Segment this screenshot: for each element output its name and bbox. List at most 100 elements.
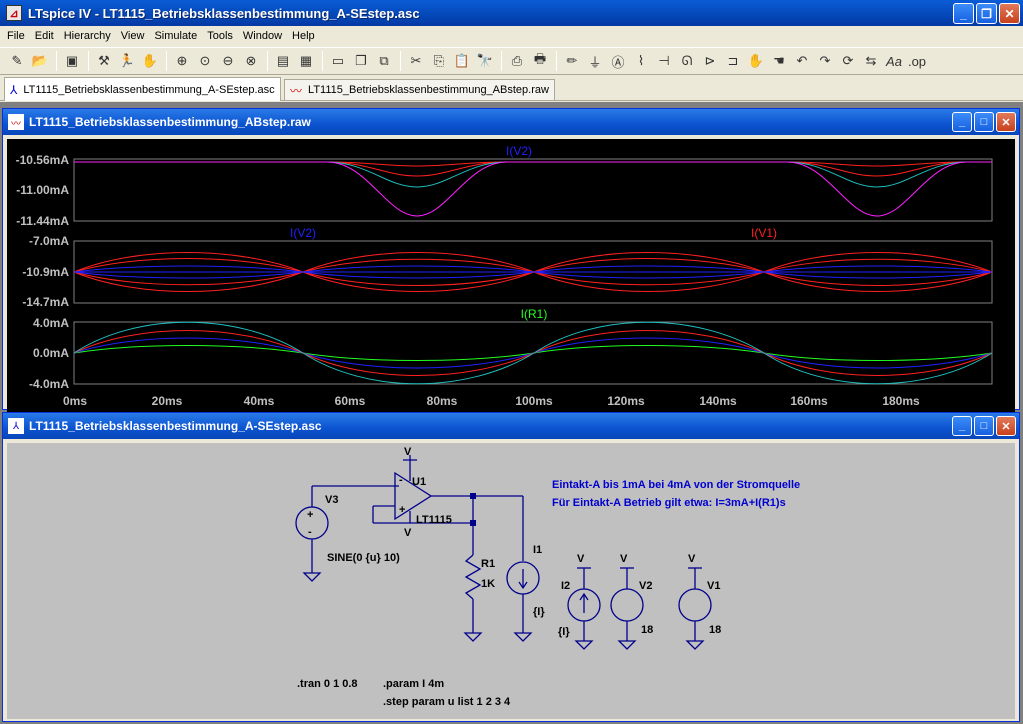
- x-tick-label: 160ms: [790, 394, 828, 408]
- component-icon[interactable]: ⊐: [722, 50, 744, 72]
- r1-value[interactable]: 1K: [481, 578, 495, 590]
- move-icon[interactable]: ✋: [745, 50, 767, 72]
- ground-icon[interactable]: ⏚: [584, 50, 606, 72]
- waveform-svg[interactable]: I(V2) I(V2) I(V1) I(R1) -10.56mA -11.00m…: [7, 139, 1015, 413]
- menu-file[interactable]: File: [2, 30, 30, 42]
- halt-icon[interactable]: ✋: [139, 50, 161, 72]
- resistor-icon[interactable]: ⌇: [630, 50, 652, 72]
- drag-icon[interactable]: ☚: [768, 50, 790, 72]
- i1-value[interactable]: {I}: [533, 606, 545, 618]
- save-icon[interactable]: ▣: [61, 50, 83, 72]
- trace-label[interactable]: I(V1): [751, 226, 777, 240]
- zoom-in-icon[interactable]: ⊕: [171, 50, 193, 72]
- i1-label[interactable]: I1: [533, 544, 542, 556]
- spice-directive-icon[interactable]: .op: [906, 50, 928, 72]
- menu-hierarchy[interactable]: Hierarchy: [59, 30, 116, 42]
- vplus-label: V: [404, 446, 412, 458]
- tile-horizontal-icon[interactable]: ▭: [327, 50, 349, 72]
- x-tick-label: 100ms: [515, 394, 553, 408]
- cut-icon[interactable]: ✂: [405, 50, 427, 72]
- ltspice-app: ⊿ LTspice IV - LT1115_Betriebsklassenbes…: [0, 0, 1023, 724]
- i2-value[interactable]: {I}: [558, 626, 570, 638]
- r1-symbol[interactable]: [464, 554, 482, 600]
- close-window-icon[interactable]: ⧉: [373, 50, 395, 72]
- diode-icon[interactable]: ⊳: [699, 50, 721, 72]
- v1-value[interactable]: 18: [709, 624, 721, 636]
- print-icon[interactable]: 🖶: [529, 50, 551, 72]
- text-icon[interactable]: Aa: [883, 50, 905, 72]
- close-button[interactable]: ✕: [996, 416, 1016, 436]
- v2-symbol[interactable]: [610, 588, 644, 622]
- r1-label[interactable]: R1: [481, 558, 495, 570]
- vplus-label: V: [620, 553, 628, 565]
- spice-directive-param[interactable]: .param I 4m: [383, 678, 444, 690]
- close-button[interactable]: ✕: [999, 3, 1020, 24]
- waveform-window-titlebar[interactable]: 〰 LT1115_Betriebsklassenbestimmung_ABste…: [3, 109, 1019, 135]
- menu-view[interactable]: View: [116, 30, 150, 42]
- paste-icon[interactable]: 📋: [451, 50, 473, 72]
- u1-part[interactable]: LT1115: [416, 514, 452, 526]
- zoom-out-icon[interactable]: ⊖: [217, 50, 239, 72]
- grid-icon[interactable]: ▦: [295, 50, 317, 72]
- ground-symbol: [302, 572, 322, 582]
- autorange-icon[interactable]: ▤: [272, 50, 294, 72]
- spice-directive-step[interactable]: .step param u list 1 2 3 4: [383, 696, 511, 708]
- v2-label[interactable]: V2: [639, 580, 652, 592]
- menu-bar: File Edit Hierarchy View Simulate Tools …: [0, 26, 1023, 46]
- inductor-icon[interactable]: ᘏ: [676, 50, 698, 72]
- menu-help[interactable]: Help: [287, 30, 320, 42]
- comment-line[interactable]: Eintakt-A bis 1mA bei 4mA von der Stromq…: [552, 479, 800, 491]
- menu-window[interactable]: Window: [238, 30, 287, 42]
- cascade-icon[interactable]: ❐: [350, 50, 372, 72]
- u1-label[interactable]: U1: [412, 476, 426, 488]
- open-icon[interactable]: 📂: [29, 50, 51, 72]
- undo-icon[interactable]: ↶: [791, 50, 813, 72]
- menu-edit[interactable]: Edit: [30, 30, 59, 42]
- run-icon[interactable]: 🏃: [116, 50, 138, 72]
- trace-label[interactable]: I(R1): [521, 307, 548, 321]
- menu-simulate[interactable]: Simulate: [149, 30, 202, 42]
- schematic-canvas[interactable]: + - V3 SINE(0 {u} 10) V - + U1 LT1115 V …: [7, 443, 1015, 719]
- redo-icon[interactable]: ↷: [814, 50, 836, 72]
- tab-schematic[interactable]: ⅄ LT1115_Betriebsklassenbestimmung_A-SEs…: [4, 77, 281, 101]
- maximize-button[interactable]: □: [974, 112, 994, 132]
- minimize-icon: _: [960, 6, 967, 21]
- minimize-button[interactable]: _: [952, 416, 972, 436]
- rotate-icon[interactable]: ⟳: [837, 50, 859, 72]
- capacitor-icon[interactable]: ⊣: [653, 50, 675, 72]
- mirror-icon[interactable]: ⇆: [860, 50, 882, 72]
- comment-line[interactable]: Für Eintakt-A Betrieb gilt etwa: I=3mA+I…: [552, 497, 786, 509]
- ltspice-logo-icon: ⊿: [6, 5, 22, 21]
- zoom-cancel-icon[interactable]: ⊗: [240, 50, 262, 72]
- minimize-button[interactable]: _: [952, 112, 972, 132]
- wire-icon[interactable]: ✏: [561, 50, 583, 72]
- new-schematic-icon[interactable]: ✎: [6, 50, 28, 72]
- close-button[interactable]: ✕: [996, 112, 1016, 132]
- restore-button[interactable]: ❐: [976, 3, 997, 24]
- zoom-pan-icon[interactable]: ⊙: [194, 50, 216, 72]
- maximize-icon: □: [980, 420, 988, 432]
- i2-label[interactable]: I2: [561, 580, 570, 592]
- trace-label[interactable]: I(V2): [506, 144, 532, 158]
- maximize-button[interactable]: □: [974, 416, 994, 436]
- v1-symbol[interactable]: [678, 588, 712, 622]
- y-tick-label: 4.0mA: [33, 316, 69, 330]
- v3-value[interactable]: SINE(0 {u} 10): [327, 552, 400, 564]
- v3-label[interactable]: V3: [325, 494, 338, 506]
- trace-label[interactable]: I(V2): [290, 226, 316, 240]
- menu-tools[interactable]: Tools: [202, 30, 238, 42]
- find-icon[interactable]: 🔭: [474, 50, 496, 72]
- spice-directive-tran[interactable]: .tran 0 1 0.8: [297, 678, 358, 690]
- schematic-svg[interactable]: + - V3 SINE(0 {u} 10) V - + U1 LT1115 V …: [7, 443, 1015, 719]
- waveform-plot[interactable]: I(V2) I(V2) I(V1) I(R1) -10.56mA -11.00m…: [7, 139, 1015, 413]
- v1-label[interactable]: V1: [707, 580, 720, 592]
- schematic-window-titlebar[interactable]: ⅄ LT1115_Betriebsklassenbestimmung_A-SEs…: [3, 413, 1019, 439]
- label-icon[interactable]: Ⓐ: [607, 50, 629, 72]
- tab-waveform[interactable]: 〰 LT1115_Betriebsklassenbestimmung_ABste…: [284, 79, 555, 100]
- minimize-button[interactable]: _: [953, 3, 974, 24]
- copy-icon[interactable]: ⎘: [428, 50, 450, 72]
- v2-value[interactable]: 18: [641, 624, 653, 636]
- print-preview-icon[interactable]: ⎙: [506, 50, 528, 72]
- trace-iv2-step4: [74, 161, 992, 217]
- control-panel-icon[interactable]: ⚒: [93, 50, 115, 72]
